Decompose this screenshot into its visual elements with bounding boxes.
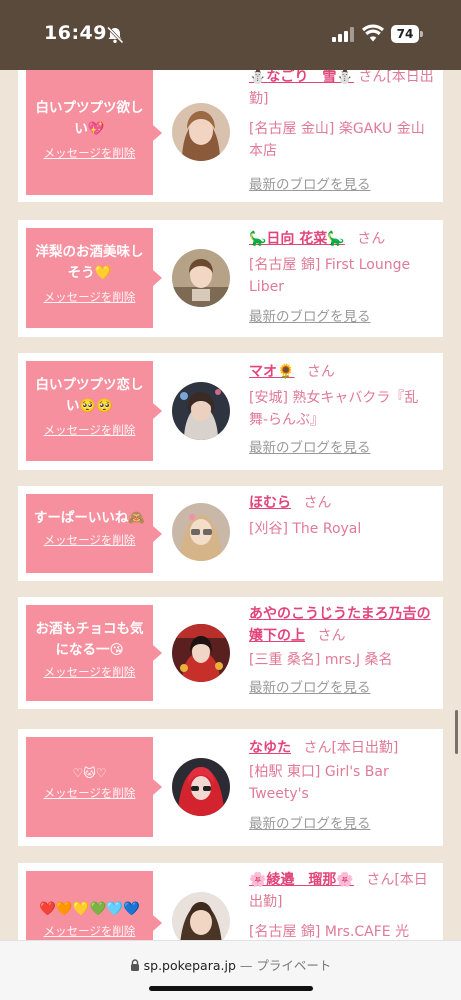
- list-item: お酒もチョコも気になる一😘 メッセージを削除 あやのこうじうたまろ乃𠮷の嬢下の上…: [18, 597, 443, 709]
- profile-info: ⛄️なごり 雪⛄️ さん[本日出勤] [名古屋 金山] 楽GAKU 金山本店 最…: [249, 70, 435, 196]
- message-bubble: ❤️🧡💛💚🩵💙 メッセージを削除: [26, 871, 162, 940]
- message-bubble: 白いプツプツ欲しい💖 メッセージを削除: [26, 70, 162, 195]
- message-bubble: すーぱーいいね🙈 メッセージを削除: [26, 494, 162, 573]
- shop-name: [柏駅 東口] Girl's Bar Tweety's: [249, 764, 389, 802]
- profile-info: 🌸綾邉 瑠那🌸 さん[本日出勤] [名古屋 錦] Mrs.CAFE 光: [249, 869, 435, 940]
- battery-tip: [420, 31, 423, 37]
- url-row[interactable]: sp.pokepara.jp — プライベート: [0, 955, 461, 974]
- list-item: すーぱーいいね🙈 メッセージを削除 ほむら さん [刈谷] The Royal: [18, 486, 443, 581]
- list-item: 白いプツプツ欲しい💖 メッセージを削除 ⛄️なごり 雪⛄️ さん[本日出勤] […: [18, 70, 443, 202]
- cellular-signal-icon: [332, 27, 354, 42]
- message-text: お酒もチョコも気になる一😘: [35, 621, 144, 658]
- avatar[interactable]: [172, 249, 230, 307]
- avatar[interactable]: [172, 503, 230, 561]
- delete-message-link[interactable]: メッセージを削除: [26, 290, 153, 305]
- profile-info: マオ🌻 さん [安城] 熟女キャバクラ『乱舞-らんぶ』 最新のブログを見る: [249, 361, 435, 459]
- url-text: sp.pokepara.jp: [143, 958, 236, 973]
- profile-info: あやのこうじうたまろ乃𠮷の嬢下の上 さん [三重 桑名] mrs.J 桑名 最新…: [249, 603, 435, 699]
- message-text: 洋梨のお酒美味しそう💛: [35, 244, 144, 281]
- delete-message-link[interactable]: メッセージを削除: [26, 423, 153, 438]
- latest-blog-link[interactable]: 最新のブログを見る: [249, 813, 435, 835]
- honorific: さん: [303, 740, 332, 756]
- delete-message-link[interactable]: メッセージを削除: [26, 924, 153, 939]
- message-bubble: 洋梨のお酒美味しそう💛 メッセージを削除: [26, 228, 162, 328]
- delete-message-link[interactable]: メッセージを削除: [26, 533, 153, 548]
- wifi-icon: [362, 24, 384, 42]
- status-time: 16:49: [44, 22, 107, 44]
- list-item: ❤️🧡💛💚🩵💙 メッセージを削除 🌸綾邉 瑠那🌸 さん[本日出勤] [名古屋 錦…: [18, 863, 443, 940]
- shop-name: [名古屋 金山] 楽GAKU 金山本店: [249, 121, 425, 159]
- on-duty-tag: [本日出勤]: [331, 740, 399, 756]
- shop-name: [名古屋 錦] First Lounge Liber: [249, 257, 411, 295]
- message-text: 白いプツプツ恋しい🥺🥺: [35, 377, 144, 414]
- list-item: 白いプツプツ恋しい🥺🥺 メッセージを削除 マオ🌻 さん [安城] 熟女キャバクラ…: [18, 353, 443, 470]
- avatar[interactable]: [172, 892, 230, 940]
- shop-name: [刈谷] The Royal: [249, 521, 362, 537]
- list-item: 洋梨のお酒美味しそう💛 メッセージを削除 🦕日向 花菜🦕 さん [名古屋 錦] …: [18, 220, 443, 337]
- private-mode-label: プライベート: [256, 958, 332, 973]
- lock-icon: [130, 959, 139, 971]
- message-text: ❤️🧡💛💚🩵💙: [39, 901, 140, 917]
- message-text: 白いプツプツ欲しい💖: [35, 100, 144, 137]
- shop-name: [安城] 熟女キャバクラ『乱舞-らんぶ』: [249, 390, 419, 428]
- latest-blog-link[interactable]: 最新のブログを見る: [249, 677, 435, 699]
- delete-message-link[interactable]: メッセージを削除: [26, 665, 153, 680]
- delete-message-link[interactable]: メッセージを削除: [26, 786, 153, 801]
- bell-muted-icon: [106, 26, 124, 44]
- message-list: 白いプツプツ欲しい💖 メッセージを削除 ⛄️なごり 雪⛄️ さん[本日出勤] […: [0, 70, 461, 940]
- latest-blog-link[interactable]: 最新のブログを見る: [249, 437, 435, 459]
- profile-name-link[interactable]: なゆた: [249, 740, 291, 756]
- url-separator: —: [235, 958, 257, 973]
- honorific: さん: [303, 495, 332, 511]
- avatar[interactable]: [172, 758, 230, 816]
- honorific: さん: [317, 628, 346, 644]
- profile-name-link[interactable]: マオ🌻: [249, 364, 294, 380]
- profile-info: ほむら さん [刈谷] The Royal: [249, 492, 435, 540]
- message-bubble: ♡🐱♡ メッセージを削除: [26, 737, 162, 837]
- latest-blog-link[interactable]: 最新のブログを見る: [249, 306, 435, 328]
- avatar[interactable]: [172, 103, 230, 161]
- avatar[interactable]: [172, 382, 230, 440]
- profile-name-link[interactable]: 🌸綾邉 瑠那🌸: [249, 872, 354, 888]
- honorific: さん: [366, 872, 395, 888]
- profile-info: なゆた さん[本日出勤] [柏駅 東口] Girl's Bar Tweety's…: [249, 737, 435, 835]
- profile-name-link[interactable]: 🦕日向 花菜🦕: [249, 231, 345, 247]
- battery-level: 74: [391, 25, 419, 43]
- status-bar: 16:49 74: [0, 0, 461, 70]
- profile-name-link[interactable]: ⛄️なごり 雪⛄️: [249, 70, 354, 85]
- list-item: ♡🐱♡ メッセージを削除 なゆた さん[本日出勤] [柏駅 東口] Girl's…: [18, 729, 443, 846]
- shop-name: [三重 桑名] mrs.J 桑名: [249, 652, 393, 668]
- latest-blog-link[interactable]: 最新のブログを見る: [249, 174, 435, 196]
- battery-indicator: 74: [391, 25, 423, 43]
- honorific: さん: [357, 231, 386, 247]
- profile-name-link[interactable]: ほむら: [249, 495, 291, 511]
- scrollbar-thumb[interactable]: [455, 710, 458, 754]
- shop-name: [名古屋 錦] Mrs.CAFE 光: [249, 924, 410, 940]
- message-bubble: お酒もチョコも気になる一😘 メッセージを削除: [26, 605, 162, 701]
- message-text: すーぱーいいね🙈: [33, 510, 146, 526]
- home-indicator[interactable]: [149, 986, 313, 991]
- honorific: さん: [306, 364, 335, 380]
- profile-info: 🦕日向 花菜🦕 さん [名古屋 錦] First Lounge Liber 最新…: [249, 228, 435, 328]
- honorific: さん: [358, 70, 387, 85]
- message-text: ♡🐱♡: [72, 766, 107, 780]
- delete-message-link[interactable]: メッセージを削除: [26, 146, 153, 161]
- message-bubble: 白いプツプツ恋しい🥺🥺 メッセージを削除: [26, 361, 162, 461]
- browser-address-bar[interactable]: sp.pokepara.jp — プライベート: [0, 940, 461, 1000]
- avatar[interactable]: [172, 624, 230, 682]
